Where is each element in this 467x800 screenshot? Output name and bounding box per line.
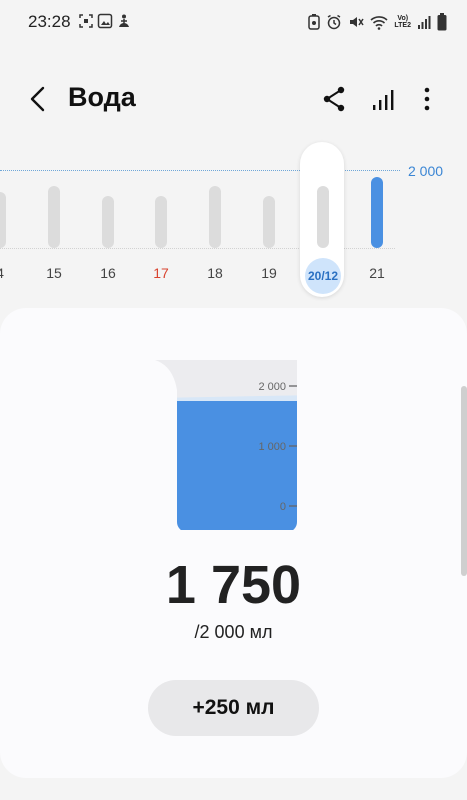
- volte-label: Vo): [397, 15, 409, 22]
- day-16[interactable]: 16: [88, 140, 128, 300]
- signal-icon: [418, 16, 431, 29]
- intake-goal: /2 000 мл: [194, 622, 273, 642]
- day-label: 17: [153, 265, 169, 281]
- wifi-icon: [370, 16, 388, 30]
- day-bar: [371, 177, 383, 248]
- screenshot-icon: [79, 14, 93, 28]
- day-label: 19: [261, 265, 277, 281]
- status-right: Vo) LTE2: [308, 10, 447, 34]
- add-water-button[interactable]: +250 мл: [148, 680, 319, 736]
- day-bar: [155, 196, 167, 248]
- goal-line-label: 2 000: [408, 163, 444, 179]
- battery-icon: [437, 13, 447, 31]
- water-level: [155, 401, 297, 530]
- intake-amount: 1 750: [165, 555, 302, 615]
- scale-label-0: 0: [280, 501, 286, 513]
- day-15[interactable]: 15: [34, 140, 74, 300]
- stats-icon[interactable]: [367, 82, 401, 116]
- scale-label-1000: 1 000: [258, 441, 286, 453]
- day-18[interactable]: 18: [195, 140, 235, 300]
- day-bar: [317, 186, 329, 248]
- page-title: Вода: [68, 82, 136, 112]
- share-icon[interactable]: [317, 82, 351, 116]
- scrollbar[interactable]: [461, 386, 467, 576]
- status-bar: 23:28 Vo) LTE2: [0, 0, 467, 44]
- day-17[interactable]: 17: [141, 140, 181, 300]
- day-20-12[interactable]: 20/12: [300, 140, 344, 300]
- day-bar: [0, 192, 6, 248]
- day-label: 20/12: [305, 258, 341, 294]
- volte-indicator: Vo) LTE2: [394, 15, 411, 29]
- battery-saver-icon: [308, 14, 321, 30]
- day-19[interactable]: 19: [249, 140, 289, 300]
- day-4[interactable]: 4: [0, 140, 20, 300]
- day-label: 16: [100, 265, 116, 281]
- app-bar: Вода: [0, 70, 467, 128]
- day-label: 15: [46, 265, 62, 281]
- more-vert-icon[interactable]: [410, 82, 444, 116]
- alarm-icon: [328, 14, 341, 30]
- mute-icon: [350, 17, 365, 27]
- day-bar: [263, 196, 275, 248]
- day-bar: [102, 196, 114, 248]
- daily-history-chart: 2 000 4 15 16 17 18 19 20/12 21: [0, 140, 467, 300]
- water-beaker: 2 000 1 000 0: [155, 360, 297, 530]
- day-label: 4: [0, 265, 20, 281]
- meditation-icon: [119, 14, 129, 27]
- day-bar: [209, 186, 221, 248]
- water-intake-card: 2 000 1 000 0 1 750 /2 000 мл +250 мл: [0, 308, 467, 778]
- day-bar: [48, 186, 60, 248]
- status-time: 23:28: [28, 12, 71, 31]
- scale-label-2000: 2 000: [258, 381, 286, 393]
- gallery-icon: [97, 13, 113, 29]
- day-label: 21: [369, 265, 385, 281]
- back-arrow-icon[interactable]: [22, 82, 56, 116]
- day-21[interactable]: 21: [357, 140, 397, 300]
- day-label: 18: [207, 265, 223, 281]
- network-type: LTE2: [394, 22, 411, 29]
